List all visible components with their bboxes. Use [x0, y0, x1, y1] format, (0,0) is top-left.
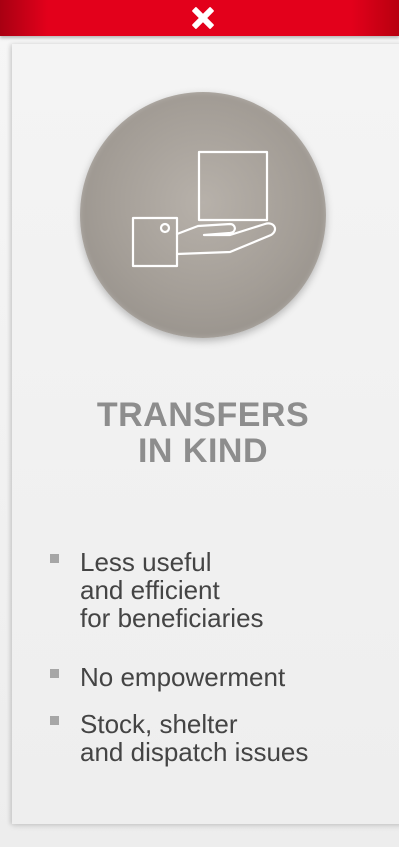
- icon-circle: [80, 92, 326, 338]
- box-in-hand-icon: [131, 150, 277, 268]
- list-item-line: Stock, shelter: [80, 709, 238, 739]
- title-line-2: IN KIND: [137, 432, 269, 470]
- bullet-marker-icon: [50, 716, 59, 725]
- list-item-line: for beneficiaries: [80, 603, 264, 633]
- card: TRANSFERS IN KIND Less useful and effici…: [0, 0, 399, 847]
- title-line-1: TRANSFERS: [96, 396, 310, 434]
- list-item-line: and efficient: [80, 575, 220, 605]
- list-item-line: Less useful: [80, 547, 212, 577]
- list-item-line: No empowerment: [80, 662, 286, 692]
- close-icon[interactable]: [190, 5, 216, 31]
- top-bar: [0, 0, 399, 36]
- bullet-marker-icon: [50, 669, 59, 678]
- bullet-marker-icon: [50, 554, 59, 563]
- list-item-line: and dispatch issues: [80, 737, 309, 767]
